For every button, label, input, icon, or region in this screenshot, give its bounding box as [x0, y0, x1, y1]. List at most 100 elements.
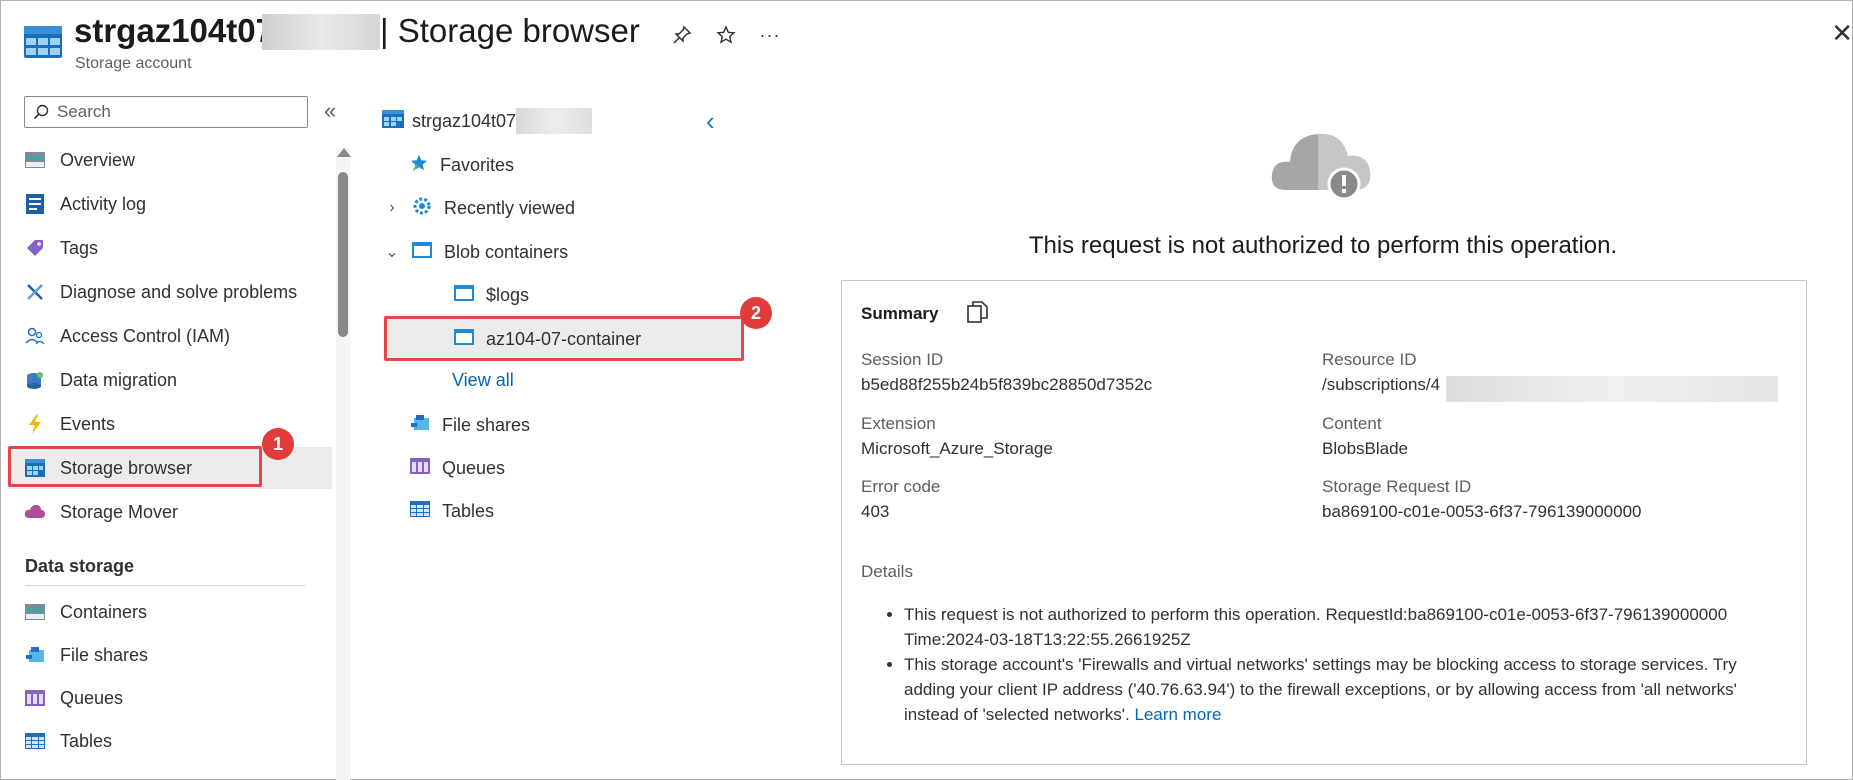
- data-migration-icon: [24, 369, 46, 391]
- storage-account-icon: [382, 109, 404, 133]
- overview-icon: [24, 149, 46, 171]
- file-shares-icon: [410, 414, 430, 437]
- resource-id-label: Resource ID: [1322, 350, 1417, 369]
- tree-root[interactable]: strgaz104t07: [382, 101, 516, 141]
- callout-badge-1: 1: [262, 428, 294, 460]
- copy-icon[interactable]: [966, 300, 990, 326]
- nav-item-label: Events: [60, 413, 116, 434]
- extension-value: Microsoft_Azure_Storage: [861, 439, 1053, 458]
- close-button[interactable]: ✕: [1831, 18, 1853, 49]
- tree-item-logs-container[interactable]: $logs: [454, 275, 529, 315]
- nav-item-label: Containers: [60, 601, 148, 622]
- scroll-up-icon[interactable]: [337, 148, 351, 157]
- nav-scrollbar-thumb[interactable]: [338, 172, 348, 337]
- chevron-down-icon[interactable]: ⌄: [384, 242, 400, 262]
- nav-item-diagnose[interactable]: Diagnose and solve problems: [8, 271, 332, 313]
- nav-item-label: Queues: [60, 687, 124, 708]
- queues-icon: [410, 457, 430, 479]
- containers-icon: [24, 601, 46, 623]
- learn-more-link[interactable]: Learn more: [1134, 705, 1221, 724]
- tree-root-label: strgaz104t07: [412, 110, 517, 131]
- search-box[interactable]: [24, 96, 308, 128]
- nav-item-label: Overview: [60, 149, 136, 170]
- section-divider: [25, 585, 305, 586]
- tree-item-queues[interactable]: Queues: [410, 448, 505, 488]
- summary-title: Summary: [861, 304, 939, 323]
- nav-item-tables[interactable]: Tables: [8, 720, 332, 762]
- tag-icon: [24, 237, 46, 259]
- redacted-text: [262, 14, 380, 50]
- tree-item-label: Favorites: [440, 154, 515, 175]
- callout-badge-2: 2: [740, 297, 772, 329]
- resource-id-value: /subscriptions/4: [1322, 375, 1441, 394]
- people-icon: [24, 325, 46, 347]
- callout-box-container: [384, 316, 744, 361]
- details-list: This request is not authorized to perfor…: [904, 602, 1784, 727]
- session-id-label: Session ID: [861, 350, 944, 369]
- content-label: Content: [1322, 414, 1382, 433]
- lightning-icon: [24, 413, 46, 435]
- gear-icon: [412, 196, 432, 221]
- content-value: BlobsBlade: [1322, 439, 1409, 458]
- queues-icon: [24, 687, 46, 709]
- details-label: Details: [861, 562, 913, 581]
- detail-item: This request is not authorized to perfor…: [904, 602, 1784, 652]
- extension-label: Extension: [861, 414, 936, 433]
- search-input[interactable]: [57, 102, 287, 122]
- detail-item: This storage account's 'Firewalls and vi…: [904, 652, 1784, 727]
- tree-item-tables[interactable]: Tables: [410, 491, 494, 531]
- nav-item-containers[interactable]: Containers: [8, 591, 332, 633]
- nav-item-label: Activity log: [60, 193, 147, 214]
- nav-item-queues[interactable]: Queues: [8, 677, 332, 719]
- error-title: This request is not authorized to perfor…: [1028, 232, 1618, 259]
- tree-item-label: Tables: [442, 500, 495, 521]
- nav-item-tags[interactable]: Tags: [8, 227, 332, 269]
- nav-item-file-shares[interactable]: File shares: [8, 634, 332, 676]
- more-button[interactable]: ···: [755, 20, 785, 50]
- tree-item-favorites[interactable]: Favorites: [410, 145, 514, 185]
- storage-account-icon: [24, 26, 62, 58]
- nav-item-overview[interactable]: Overview: [8, 139, 332, 181]
- detail-text: This storage account's 'Firewalls and vi…: [904, 655, 1737, 724]
- favorite-button[interactable]: [711, 20, 741, 50]
- error-code-label: Error code: [861, 477, 941, 496]
- nav-item-activity-log[interactable]: Activity log: [8, 183, 332, 225]
- section-title-data-storage: Data storage: [25, 556, 135, 576]
- page-subtitle: Storage account: [75, 55, 192, 72]
- collapse-tree-button[interactable]: ‹: [706, 106, 715, 137]
- error-code-value: 403: [861, 502, 890, 521]
- nav-item-storage-mover[interactable]: Storage Mover: [8, 491, 332, 533]
- nav-item-iam[interactable]: Access Control (IAM): [8, 315, 332, 357]
- blob-container-icon: [454, 284, 474, 306]
- redacted-text: [516, 108, 592, 134]
- wrench-icon: [24, 281, 46, 303]
- tree-item-blob-containers[interactable]: ⌄ Blob containers: [384, 232, 568, 272]
- tables-icon: [24, 730, 46, 752]
- chevron-right-icon[interactable]: ›: [384, 199, 400, 217]
- redacted-text: [1446, 376, 1778, 402]
- search-icon: [33, 104, 49, 120]
- storage-request-id-label: Storage Request ID: [1322, 477, 1472, 496]
- session-id-value: b5ed88f255b24b5f839bc28850d7352c: [861, 375, 1153, 394]
- tree-item-label: File shares: [442, 414, 531, 435]
- collapse-menu-button[interactable]: «: [324, 98, 336, 124]
- cloud-mover-icon: [24, 501, 46, 523]
- nav-item-label: Access Control (IAM): [60, 325, 231, 346]
- star-icon: [410, 154, 428, 177]
- ellipsis-icon: ···: [759, 24, 781, 45]
- pin-icon: [673, 25, 692, 44]
- storage-request-id-value: ba869100-c01e-0053-6f37-796139000000: [1322, 502, 1642, 521]
- view-all-link[interactable]: View all: [452, 370, 514, 391]
- activity-log-icon: [24, 193, 46, 215]
- tree-item-label: Recently viewed: [444, 197, 576, 218]
- nav-item-data-migration[interactable]: Data migration: [8, 359, 332, 401]
- tree-item-recently-viewed[interactable]: › Recently viewed: [384, 188, 575, 228]
- nav-item-label: Tags: [60, 237, 99, 258]
- pin-button[interactable]: [667, 20, 697, 50]
- nav-item-label: Data migration: [60, 369, 178, 390]
- page-title: strgaz104t07: [74, 12, 274, 49]
- nav-item-label: File shares: [60, 644, 149, 665]
- callout-box-storage-browser: [8, 446, 262, 487]
- tree-item-file-shares[interactable]: File shares: [410, 405, 530, 445]
- star-icon: [716, 25, 736, 44]
